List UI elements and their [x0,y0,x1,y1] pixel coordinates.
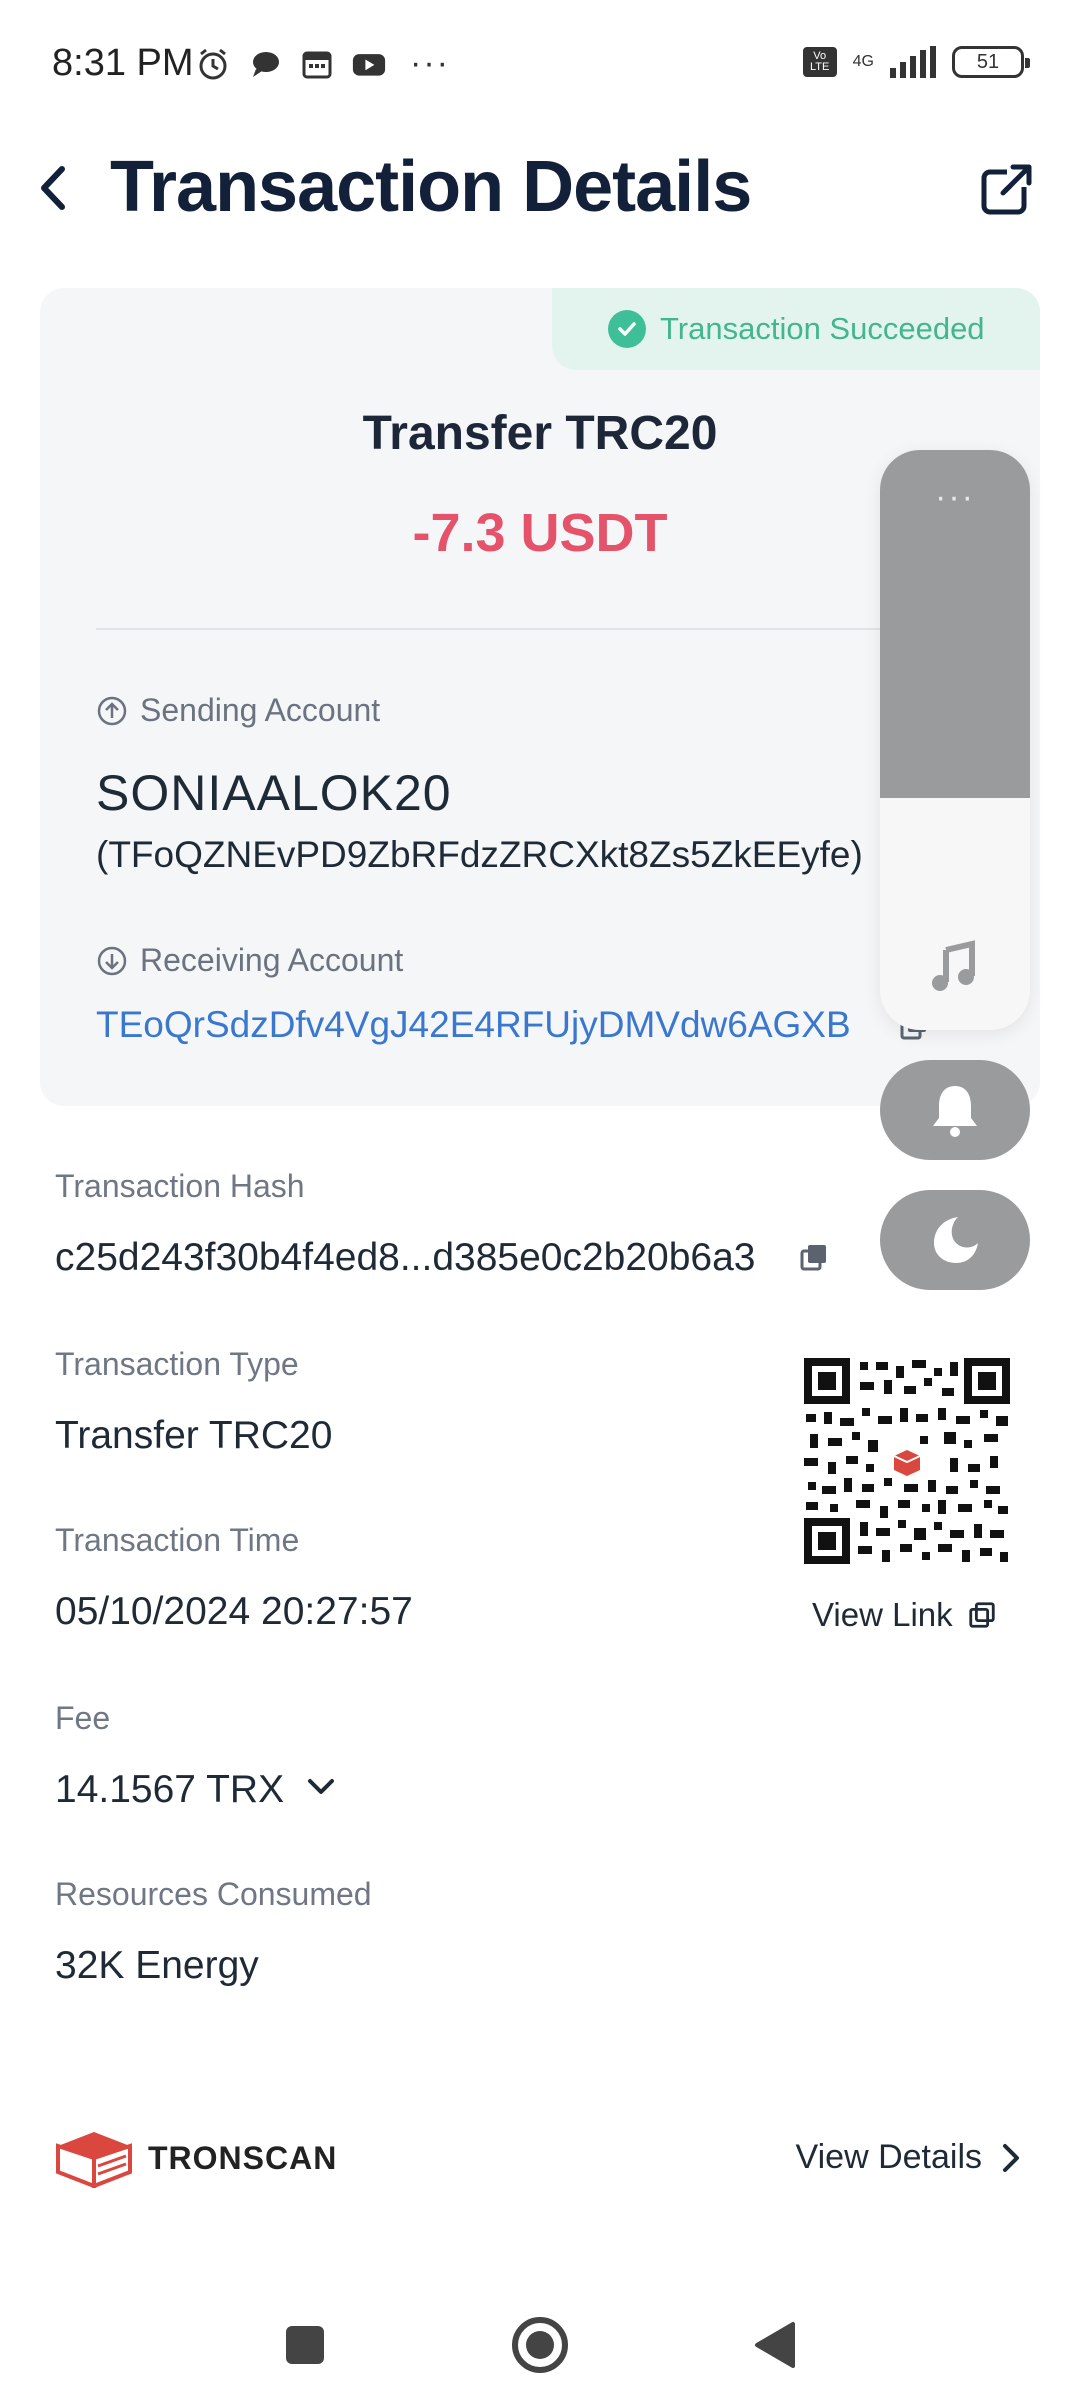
receiving-account-label: Receiving Account [96,942,403,979]
signal-icon [890,46,936,78]
hash-label: Transaction Hash [55,1168,305,1204]
copy-link-icon [968,1602,995,1628]
chevron-right-icon [1003,2143,1019,2172]
bell-icon [933,1086,977,1137]
moon-icon [934,1217,978,1263]
type-value: Transfer TRC20 [55,1414,333,1457]
floating-volume-panel[interactable]: ··· [880,450,1030,1030]
fee-label: Fee [55,1700,111,1736]
sending-account-label: Sending Account [96,692,380,729]
tronscan-brand: TRONSCAN [54,2128,337,2188]
home-circle-icon [512,2317,568,2373]
check-circle-icon [608,310,646,348]
alarm-icon [196,47,230,81]
tronscan-logo-icon [56,2132,132,2188]
ringer-toggle-button[interactable] [880,1060,1030,1160]
status-bar: 8:31 PM ··· Vo LTE 4G 51 [0,0,1080,130]
calendar-icon [300,47,334,81]
chat-bubble-icon [248,47,282,81]
network-type: 4G [852,53,874,70]
volte-icon: Vo LTE [802,47,837,77]
back-button[interactable] [24,158,84,218]
status-time: 8:31 PM [52,42,194,84]
brand-name: TRONSCAN [148,2139,338,2176]
receiving-label-text: Receiving Account [140,942,404,978]
youtube-icon [352,47,386,81]
page-title: Transaction Details [110,147,752,227]
triangle-back-icon [755,2322,795,2368]
fee-value[interactable]: 14.1567 TRX [55,1768,284,1812]
type-label: Transaction Type [55,1346,299,1382]
do-not-disturb-button[interactable] [880,1190,1030,1290]
chevron-down-icon[interactable] [304,1772,338,1807]
view-details-label: View Details [795,2138,982,2176]
share-button[interactable] [974,156,1040,222]
home-button[interactable] [505,2310,575,2380]
battery-icon: 51 [952,46,1030,78]
resources-label: Resources Consumed [55,1876,372,1912]
view-link-label: View Link [812,1596,953,1633]
status-text: Transaction Succeeded [660,311,985,346]
square-icon [286,2326,324,2364]
recent-apps-button[interactable] [270,2310,340,2380]
chevron-left-icon [41,166,65,210]
arrow-down-circle-icon [97,946,127,975]
more-notifications-icon: ··· [410,44,450,82]
time-label: Transaction Time [55,1522,300,1558]
qr-code [804,1358,1010,1564]
panel-more-icon[interactable]: ··· [880,478,1030,517]
receiving-account-address-link[interactable]: TEoQrSdzDfv4VgJ42E4RFUjyDMVdw6AGXB [96,1004,851,1046]
navigation-bar [0,2280,1080,2400]
sending-label-text: Sending Account [140,692,381,728]
back-nav-button[interactable] [740,2310,810,2380]
hash-value: c25d243f30b4f4ed8...d385e0c2b20b6a3 [55,1236,756,1279]
sending-account-name: SONIAALOK20 [96,765,452,821]
view-details-button[interactable]: View Details [796,2138,1022,2177]
time-value: 05/10/2024 20:27:57 [55,1590,413,1633]
system-icons: Vo LTE 4G 51 [802,46,1030,78]
external-link-icon [981,161,1035,215]
view-link-button[interactable]: View Link [812,1596,997,1634]
resources-value: 32K Energy [55,1944,259,1987]
battery-level: 51 [976,50,1000,73]
sending-account-address: (TFoQZNEvPD9ZbRFdzZRCXkt8Zs5ZkEEyfe) [96,834,863,875]
music-note-icon [928,940,982,999]
header: Transaction Details [0,130,1080,250]
notification-icons: ··· [196,44,450,83]
status-badge: Transaction Succeeded [552,288,1040,370]
arrow-up-circle-icon [97,696,127,725]
divider [96,628,986,630]
copy-hash-icon[interactable] [798,1241,830,1278]
